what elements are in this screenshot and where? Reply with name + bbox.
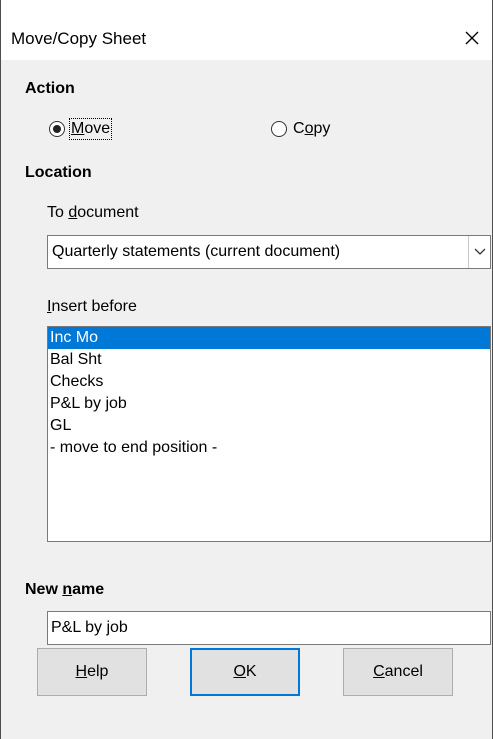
move-radio-label[interactable]: Move	[68, 118, 113, 140]
move-radio-dot	[53, 125, 61, 133]
insert-before-label: Insert before	[47, 298, 137, 315]
help-accel: H	[75, 663, 88, 680]
help-button-label: Help	[75, 663, 109, 680]
list-item-inc-mo[interactable]: Inc Mo	[48, 327, 490, 349]
new-name-input[interactable]: P&L by job	[47, 611, 491, 645]
location-heading: Location	[25, 164, 92, 181]
to-document-dropdown-button[interactable]	[468, 236, 490, 268]
to-document-value: Quarterly statements (current document)	[52, 243, 341, 260]
help-button[interactable]: Help	[37, 648, 147, 696]
insert-before-accel: I	[47, 298, 52, 315]
cancel-button[interactable]: Cancel	[343, 648, 453, 696]
new-name-accel: n	[62, 581, 73, 598]
insert-before-list[interactable]: Inc Mo Bal Sht Checks P&L by job GL - mo…	[47, 326, 491, 542]
list-item-pl-by-job[interactable]: P&L by job	[48, 393, 490, 415]
action-heading: Action	[25, 80, 75, 97]
copy-radio-circle[interactable]	[271, 121, 287, 137]
to-document-label: To document	[47, 204, 139, 221]
close-button[interactable]	[452, 18, 492, 58]
copy-radio[interactable]: Copy	[271, 120, 330, 138]
dialog-title: Move/Copy Sheet	[11, 29, 147, 48]
ok-button-label: OK	[233, 663, 257, 680]
move-radio-circle[interactable]	[49, 121, 65, 137]
new-name-heading: New name	[25, 581, 105, 598]
ok-accel: O	[233, 663, 246, 680]
copy-radio-label[interactable]: Copy	[293, 120, 330, 138]
move-copy-sheet-dialog: Move/Copy Sheet Action Move Copy Locatio…	[0, 0, 493, 739]
cancel-button-label: Cancel	[373, 663, 423, 680]
list-item-checks[interactable]: Checks	[48, 371, 490, 393]
ok-button[interactable]: OK	[190, 648, 300, 696]
chevron-down-icon	[474, 248, 485, 255]
move-radio-label-rest: ove	[84, 120, 111, 137]
copy-radio-label-accel: o	[304, 120, 314, 137]
list-item-bal-sht[interactable]: Bal Sht	[48, 349, 490, 371]
list-item-move-to-end[interactable]: - move to end position -	[48, 437, 490, 459]
move-radio-label-accel: M	[71, 120, 85, 137]
cancel-accel: C	[373, 663, 385, 680]
move-radio[interactable]: Move	[49, 118, 113, 140]
dialog-body: Action Move Copy Location To document Qu…	[1, 60, 492, 739]
to-document-dropdown[interactable]: Quarterly statements (current document)	[47, 235, 491, 269]
to-document-accel: d	[68, 204, 78, 221]
title-bar: Move/Copy Sheet	[1, 0, 492, 60]
list-item-gl[interactable]: GL	[48, 415, 490, 437]
close-icon	[465, 31, 479, 45]
